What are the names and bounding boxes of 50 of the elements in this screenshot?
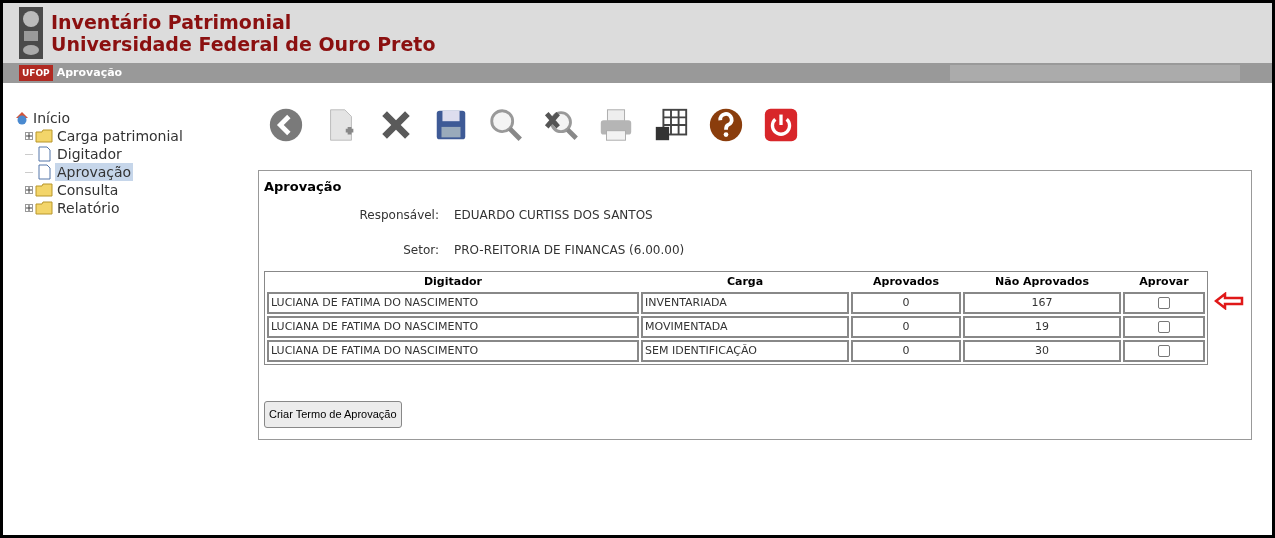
table-cell: 30 bbox=[963, 340, 1121, 362]
table-cell: LUCIANA DE FATIMA DO NASCIMENTO bbox=[267, 292, 639, 314]
tree-item[interactable]: Aprovação bbox=[55, 163, 134, 181]
table-cell: 167 bbox=[963, 292, 1121, 314]
field-label: Responsável: bbox=[358, 206, 439, 224]
tree-item[interactable]: Início bbox=[31, 109, 73, 127]
emblem-icon bbox=[19, 7, 43, 59]
column-header: Aprovados bbox=[872, 273, 940, 290]
expand-icon[interactable] bbox=[25, 204, 33, 212]
table-cell: LUCIANA DE FATIMA DO NASCIMENTO bbox=[267, 340, 639, 362]
tree-item[interactable]: Relatório bbox=[55, 199, 122, 217]
page-icon bbox=[35, 164, 53, 180]
table-cell: SEM IDENTIFICAÇÃO bbox=[641, 340, 849, 362]
tree-item[interactable]: Digitador bbox=[55, 145, 124, 163]
power-icon[interactable] bbox=[762, 106, 800, 144]
panel-title: Aprovação bbox=[264, 178, 343, 196]
column-header: Digitador bbox=[422, 273, 484, 290]
create-term-button[interactable]: Criar Termo de Aprovação bbox=[264, 400, 402, 428]
tree-item[interactable]: Consulta bbox=[55, 181, 121, 199]
back-icon[interactable] bbox=[267, 106, 305, 144]
approve-checkbox[interactable] bbox=[1158, 344, 1170, 357]
help-icon[interactable] bbox=[707, 106, 745, 144]
table-cell: INVENTARIADA bbox=[641, 292, 849, 314]
app-title: Inventário Patrimonial bbox=[51, 11, 293, 33]
page-icon bbox=[35, 146, 53, 162]
field-value: PRO-REITORIA DE FINANCAS (6.00.00) bbox=[454, 241, 685, 259]
table-cell: 0 bbox=[851, 340, 961, 362]
table-cell: 19 bbox=[963, 316, 1121, 338]
field-value: EDUARDO CURTISS DOS SANTOS bbox=[454, 206, 653, 224]
home-icon bbox=[15, 111, 29, 125]
column-header: Não Aprovados bbox=[994, 273, 1090, 290]
folder-icon bbox=[35, 129, 53, 143]
field-label: Setor: bbox=[402, 241, 439, 259]
table-cell: MOVIMENTADA bbox=[641, 316, 849, 338]
tree-item[interactable]: Carga patrimonial bbox=[55, 127, 185, 145]
folder-icon bbox=[35, 201, 53, 215]
page-title: Aprovação bbox=[56, 64, 123, 81]
expand-icon[interactable] bbox=[25, 132, 33, 140]
column-header: Aprovar bbox=[1138, 273, 1190, 290]
approve-checkbox[interactable] bbox=[1158, 296, 1170, 309]
folder-icon bbox=[35, 183, 53, 197]
ufop-badge: UFOP bbox=[19, 65, 53, 81]
expand-icon[interactable] bbox=[25, 186, 33, 194]
app-subtitle: Universidade Federal de Ouro Preto bbox=[51, 33, 436, 55]
table-cell: LUCIANA DE FATIMA DO NASCIMENTO bbox=[267, 316, 639, 338]
search-icon[interactable] bbox=[487, 106, 525, 144]
table-cell: 0 bbox=[851, 292, 961, 314]
approve-checkbox[interactable] bbox=[1158, 320, 1170, 333]
column-header: Carga bbox=[725, 273, 765, 290]
table-cell: 0 bbox=[851, 316, 961, 338]
